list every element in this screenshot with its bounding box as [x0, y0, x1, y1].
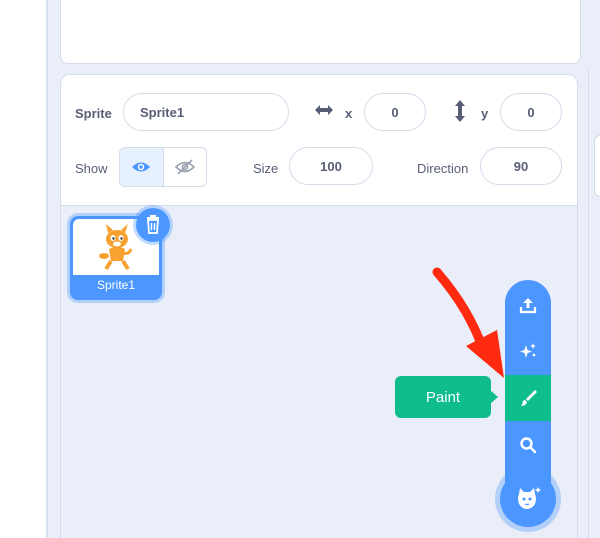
surprise-sprite-button[interactable] — [505, 328, 551, 374]
sprite-pane: Sprite Sprite1 x 0 y 0 Show Size 100 Dir… — [0, 0, 600, 538]
upload-sprite-button[interactable] — [505, 282, 551, 328]
paint-icon — [521, 390, 537, 406]
paint-tooltip: Paint — [395, 376, 491, 418]
upload-icon — [519, 298, 537, 314]
add-sprite-button[interactable] — [500, 471, 556, 527]
search-icon — [520, 437, 537, 454]
choose-sprite-button[interactable] — [505, 422, 551, 468]
surprise-icon — [520, 343, 536, 358]
tooltip-pointer — [490, 390, 498, 404]
cat-add-icon — [518, 487, 541, 509]
paint-sprite-button[interactable] — [505, 375, 551, 421]
